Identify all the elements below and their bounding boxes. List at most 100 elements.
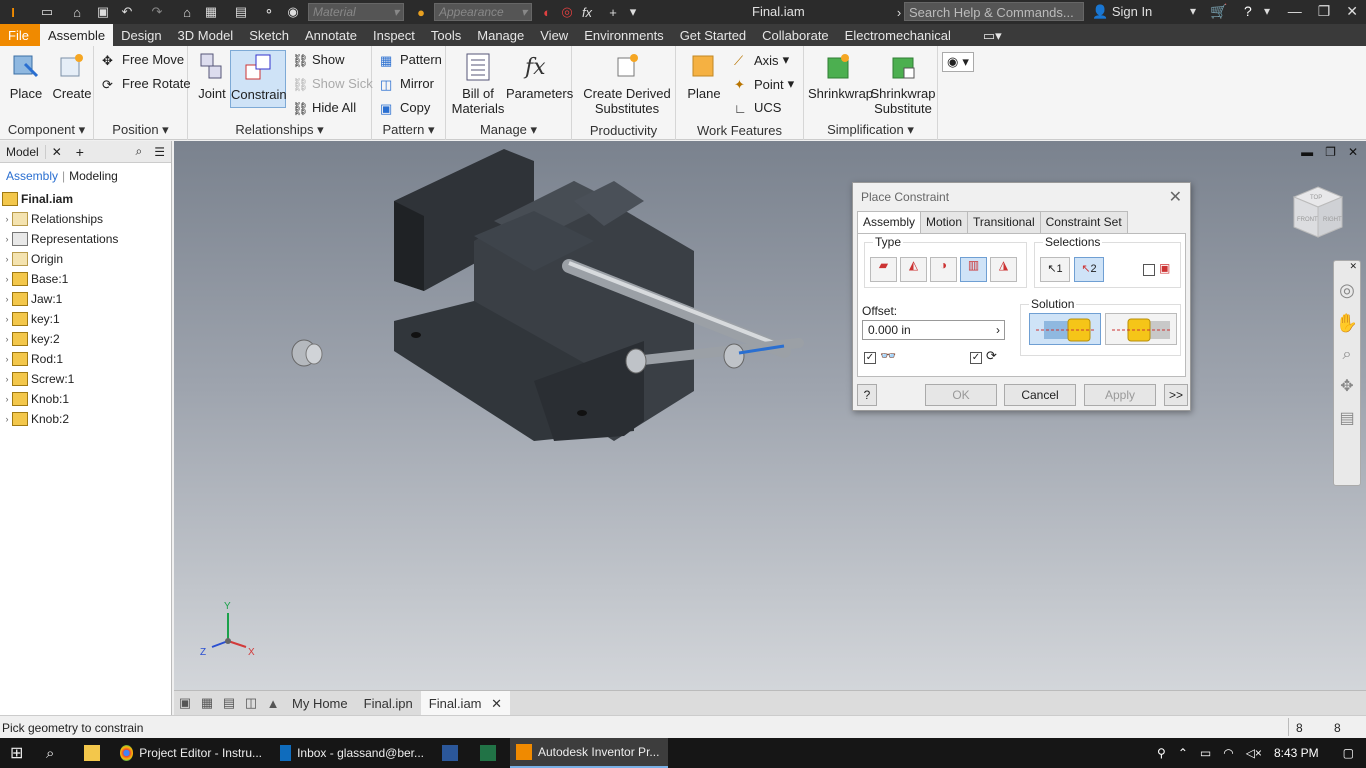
tangent-constraint-button[interactable]: ◑	[930, 257, 957, 282]
pattern-panel-title[interactable]: Pattern ▾	[372, 122, 445, 138]
taskbar-item-chrome[interactable]: Project Editor - Instru...	[114, 738, 268, 768]
tab-3d-model[interactable]: 3D Model	[170, 24, 242, 46]
home-icon[interactable]: ⌂	[178, 4, 196, 20]
close-icon[interactable]: ✕	[1334, 261, 1360, 272]
expand-icon[interactable]: ›	[2, 334, 12, 344]
tab-sketch[interactable]: Sketch	[241, 24, 297, 46]
tab-assemble[interactable]: Assemble	[40, 24, 114, 46]
shrinkwrap-button[interactable]: Shrinkwrap	[808, 50, 873, 101]
close-icon[interactable]: ✕	[491, 696, 502, 711]
tree-item-origin[interactable]: › Origin	[2, 249, 171, 269]
parameters-button[interactable]: fx Parameters	[506, 50, 573, 101]
open-file-icon[interactable]: ⌂	[68, 4, 86, 20]
chevron-right-icon[interactable]: ›	[996, 323, 1000, 337]
signin-dropdown-icon[interactable]: ▾	[1190, 4, 1196, 18]
expand-icon[interactable]: ›	[2, 314, 12, 324]
bill-of-materials-button[interactable]: Bill of Materials	[450, 50, 506, 116]
add-tab-icon[interactable]: +	[68, 144, 92, 160]
tree-item-jaw[interactable]: › Jaw:1	[2, 289, 171, 309]
more-button[interactable]: >>	[1164, 384, 1188, 406]
start-button[interactable]: ⊞	[4, 738, 29, 768]
tab-annotate[interactable]: Annotate	[297, 24, 365, 46]
joint-button[interactable]: Joint	[194, 50, 230, 101]
tree-item-screw[interactable]: › Screw:1	[2, 369, 171, 389]
inventor-logo-icon[interactable]: I	[4, 4, 22, 20]
ucs-button[interactable]: ∟ UCS	[734, 100, 781, 116]
modeling-mode-link[interactable]: Modeling	[69, 169, 118, 183]
tree-item-knob-2[interactable]: › Knob:2	[2, 409, 171, 429]
shrinkwrap-substitute-button[interactable]: Shrinkwrap Substitute	[870, 50, 936, 116]
tree-item-relationships[interactable]: › Relationships	[2, 209, 171, 229]
expand-icon[interactable]: ›	[2, 274, 12, 284]
sign-in-button[interactable]: 👤 Sign In	[1092, 4, 1152, 20]
tree-root[interactable]: Final.iam	[2, 189, 171, 209]
pan-icon[interactable]: ✋	[1334, 313, 1360, 334]
tile-horizontal-icon[interactable]: ▤	[218, 695, 240, 711]
tab-motion[interactable]: Motion	[920, 211, 969, 233]
save-icon[interactable]: ▣	[94, 4, 112, 20]
menu-icon[interactable]: ☰	[148, 145, 171, 159]
free-move-button[interactable]: ✥ Free Move	[102, 52, 184, 68]
expand-icon[interactable]: ›	[2, 254, 12, 264]
adjust-appearance-icon[interactable]: ◐	[538, 4, 556, 20]
solution-aligned-button[interactable]	[1105, 313, 1177, 345]
customize-icon[interactable]: ▾	[624, 4, 642, 20]
tab-collaborate[interactable]: Collaborate	[754, 24, 837, 46]
create-derived-substitutes-button[interactable]: Create Derived Substitutes	[580, 50, 674, 116]
taskbar-item-excel[interactable]	[474, 738, 502, 768]
mate-constraint-button[interactable]: ▰	[870, 257, 897, 282]
wifi-icon[interactable]: ◠	[1223, 746, 1233, 760]
tab-manage[interactable]: Manage	[469, 24, 532, 46]
expand-icon[interactable]: ›	[2, 234, 12, 244]
tab-inspect[interactable]: Inspect	[365, 24, 423, 46]
copy-button[interactable]: ▣ Copy	[380, 100, 430, 116]
expand-icon[interactable]: ›	[2, 214, 12, 224]
selection-1-button[interactable]: ↖1	[1040, 257, 1070, 282]
close-icon[interactable]: ✕	[1346, 3, 1358, 20]
tree-item-rod[interactable]: › Rod:1	[2, 349, 171, 369]
expand-icon[interactable]: ›	[2, 374, 12, 384]
expand-icon[interactable]: ›	[2, 354, 12, 364]
viewcube[interactable]: TOP FRONT RIGHT	[1290, 183, 1346, 243]
update-icon[interactable]: ▦	[202, 4, 220, 20]
position-panel-title[interactable]: Position ▾	[94, 122, 187, 138]
look-at-icon[interactable]: ▤	[1334, 408, 1360, 428]
solution-opposed-button[interactable]	[1029, 313, 1101, 345]
tab-view[interactable]: View	[532, 24, 576, 46]
clock[interactable]: 8:43 PM	[1274, 746, 1319, 760]
battery-icon[interactable]: ▭	[1200, 746, 1211, 760]
show-preview-checkbox[interactable]: ✓	[864, 352, 876, 364]
pattern-button[interactable]: ▦ Pattern	[380, 52, 442, 68]
redo-icon[interactable]: ↷	[148, 4, 166, 20]
material-select[interactable]: Material ▾	[308, 3, 404, 21]
mirror-button[interactable]: ◫ Mirror	[380, 76, 434, 92]
search-help-input[interactable]: Search Help & Commands...	[904, 2, 1084, 21]
create-button[interactable]: Create	[52, 50, 92, 101]
volume-icon[interactable]: ◁×	[1246, 746, 1262, 760]
color-icon[interactable]: ◉	[284, 4, 302, 20]
predict-offset-checkbox[interactable]: ✓	[970, 352, 982, 364]
symmetry-constraint-button[interactable]: ◮	[990, 257, 1017, 282]
new-file-icon[interactable]: ▭	[38, 4, 56, 20]
expand-icon[interactable]: ›	[2, 394, 12, 404]
restore-icon[interactable]: ❐	[1318, 3, 1331, 20]
help-icon[interactable]: ?	[1244, 3, 1252, 19]
tab-get-started[interactable]: Get Started	[672, 24, 754, 46]
search-icon[interactable]: ⌕	[130, 144, 149, 159]
tree-item-base[interactable]: › Base:1	[2, 269, 171, 289]
offset-input[interactable]: 0.000 in ›	[862, 320, 1005, 340]
point-button[interactable]: ✦ Point ▾	[734, 76, 794, 92]
tree-item-knob-1[interactable]: › Knob:1	[2, 389, 171, 409]
cart-icon[interactable]: 🛒	[1210, 3, 1227, 20]
manage-panel-title[interactable]: Manage ▾	[446, 122, 571, 138]
angle-constraint-button[interactable]: ◭	[900, 257, 927, 282]
assembly-mode-link[interactable]: Assembly	[6, 169, 58, 183]
fx-icon[interactable]: fx	[578, 4, 596, 20]
chevron-up-icon[interactable]: ⌃	[1178, 746, 1188, 760]
tab-tools[interactable]: Tools	[423, 24, 469, 46]
tab-assembly[interactable]: Assembly	[857, 211, 922, 233]
plane-button[interactable]: Plane	[684, 50, 724, 101]
show-button[interactable]: ⛓ Show	[292, 52, 345, 68]
arrange-up-icon[interactable]: ▲	[262, 696, 284, 711]
zoom-icon[interactable]: ⌕	[1334, 346, 1360, 364]
